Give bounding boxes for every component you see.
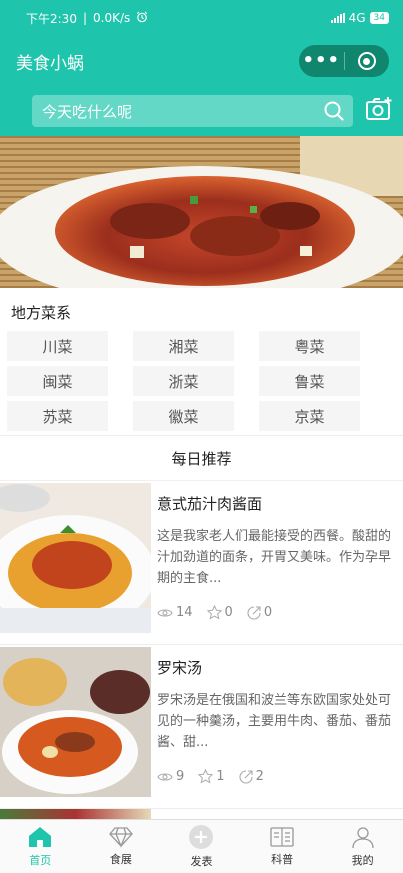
recipe-title: 意式茄汁肉酱面 <box>157 495 263 513</box>
daily-section-title: 每日推荐 <box>0 435 403 481</box>
search-placeholder: 今天吃什么呢 <box>42 102 133 121</box>
tab-label: 食展 <box>109 853 132 866</box>
share-icon <box>247 605 261 620</box>
share-icon <box>239 769 253 784</box>
star-icon <box>198 769 214 784</box>
status-divider: | <box>82 11 87 25</box>
recipe-image <box>0 647 151 797</box>
home-icon <box>29 827 52 847</box>
banner-image[interactable] <box>0 136 403 288</box>
status-time: 下午2:30 <box>26 11 77 26</box>
diamond-icon <box>109 827 133 848</box>
star-icon <box>206 605 222 620</box>
cuisine-item-yue[interactable]: 粤菜 <box>259 331 360 361</box>
eye-icon <box>157 608 173 617</box>
recipe-description: 罗宋汤是在俄国和波兰等东欧国家处处可见的一种羹汤，主要用牛肉、番茄、番茄酱、甜.… <box>157 693 392 750</box>
cuisine-item-min[interactable]: 闽菜 <box>7 366 108 396</box>
search-input[interactable]: 今天吃什么呢 <box>32 95 353 127</box>
eye-icon <box>157 772 173 781</box>
tab-label: 我的 <box>351 854 374 867</box>
cuisine-item-lu[interactable]: 鲁菜 <box>259 366 360 396</box>
recipe-stats: 14 0 0 <box>157 605 393 620</box>
close-button[interactable] <box>345 45 390 77</box>
share-button[interactable]: 2 <box>239 769 264 784</box>
share-button[interactable]: 0 <box>247 605 272 620</box>
signal-icon <box>330 13 345 23</box>
search-row: 今天吃什么呢 <box>0 86 403 136</box>
star-button[interactable]: 1 <box>198 769 225 784</box>
view-count: 9 <box>176 769 185 784</box>
tab-showcase[interactable]: 食展 <box>81 820 162 873</box>
status-speed: 0.0K/s <box>93 11 131 25</box>
user-icon <box>352 827 374 849</box>
recipe-title: 罗宋汤 <box>157 659 203 677</box>
more-button[interactable]: ••• <box>299 45 344 77</box>
recipe-image <box>0 483 151 633</box>
recipe-card[interactable]: 意式茄汁肉酱面 这是我家老人们最能接受的西餐。酸甜的汁加劲道的面条，开胃又美味。… <box>0 481 403 645</box>
star-count: 1 <box>216 769 225 784</box>
cuisine-item-hui[interactable]: 徽菜 <box>133 401 234 431</box>
cuisine-grid: 川菜 湘菜 粤菜 闽菜 浙菜 鲁菜 苏菜 徽菜 京菜 <box>0 324 403 431</box>
alarm-icon <box>136 11 148 26</box>
book-icon <box>270 827 294 847</box>
camera-button[interactable] <box>365 96 393 126</box>
tab-label: 发表 <box>190 855 213 868</box>
cuisine-item-zhe[interactable]: 浙菜 <box>133 366 234 396</box>
recipe-description: 这是我家老人们最能接受的西餐。酸甜的汁加劲道的面条，开胃又美味。作为孕早期的主食… <box>157 529 392 586</box>
tab-publish[interactable]: 发表 <box>161 820 242 873</box>
plus-circle-icon <box>189 825 214 849</box>
more-icon: ••• <box>302 50 340 71</box>
recipe-card[interactable]: 罗宋汤 罗宋汤是在俄国和波兰等东欧国家处处可见的一种羹汤，主要用牛肉、番茄、番茄… <box>0 645 403 809</box>
status-bar: 下午2:30 | 0.0K/s 4G 34 <box>0 0 403 36</box>
view-count: 14 <box>176 605 193 620</box>
recipe-stats: 9 1 2 <box>157 769 393 784</box>
search-icon <box>324 101 344 121</box>
star-button[interactable]: 0 <box>206 605 233 620</box>
star-count: 0 <box>224 605 233 620</box>
cuisine-item-xiang[interactable]: 湘菜 <box>133 331 234 361</box>
cuisine-item-su[interactable]: 苏菜 <box>7 401 108 431</box>
share-count: 2 <box>255 769 264 784</box>
tab-science[interactable]: 科普 <box>242 820 323 873</box>
miniprogram-capsule: ••• <box>299 45 389 77</box>
nav-bar: 美食小蜗 ••• <box>0 36 403 86</box>
tab-home[interactable]: 首页 <box>0 820 81 873</box>
page-title: 美食小蜗 <box>16 53 84 74</box>
cuisine-item-jing[interactable]: 京菜 <box>259 401 360 431</box>
tab-profile[interactable]: 我的 <box>322 820 403 873</box>
share-count: 0 <box>263 605 273 620</box>
network-type: 4G <box>348 11 366 25</box>
cuisine-section-title: 地方菜系 <box>11 304 72 322</box>
tab-bar: 首页 食展 发表 科普 我的 <box>0 819 403 873</box>
battery-icon: 34 <box>369 12 389 24</box>
tab-label: 首页 <box>29 854 52 867</box>
camera-plus-icon <box>366 97 392 120</box>
target-icon <box>357 52 376 70</box>
tab-label: 科普 <box>271 853 294 866</box>
cuisine-item-chuan[interactable]: 川菜 <box>7 331 108 361</box>
